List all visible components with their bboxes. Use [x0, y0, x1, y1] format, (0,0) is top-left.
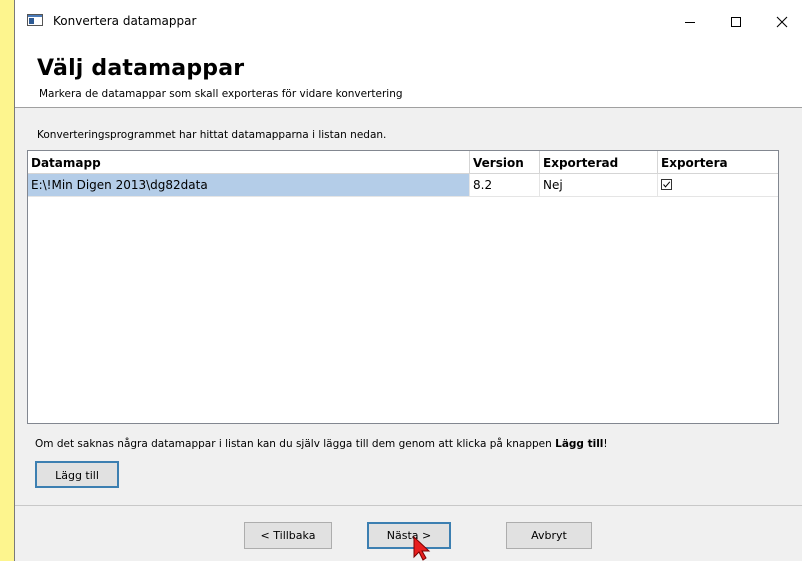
cell-version: 8.2	[470, 174, 540, 196]
close-icon	[776, 16, 788, 28]
column-header-version[interactable]: Version	[470, 151, 540, 173]
hint-prefix: Om det saknas några datamappar i listan …	[35, 438, 556, 450]
back-button[interactable]: < Tillbaka	[244, 522, 332, 549]
window-title: Konvertera datamappar	[53, 14, 197, 28]
window-icon	[27, 14, 43, 26]
checkmark-icon	[663, 181, 671, 188]
cell-exporterad: Nej	[540, 174, 658, 196]
maximize-icon	[731, 17, 741, 27]
datafolder-table: Datamapp Version Exporterad Exportera E:…	[27, 150, 779, 424]
info-text: Konverteringsprogrammet har hittat datam…	[37, 129, 387, 141]
add-folder-button[interactable]: Lägg till	[35, 461, 119, 488]
export-checkbox[interactable]	[661, 179, 672, 190]
maximize-button[interactable]	[713, 0, 759, 44]
dialog-window: Konvertera datamappar Välj datamappar Ma…	[14, 0, 802, 561]
table-row[interactable]: E:\!Min Digen 2013\dg82data 8.2 Nej	[28, 174, 778, 197]
mouse-pointer-icon	[413, 535, 431, 561]
title-bar[interactable]: Konvertera datamappar	[15, 0, 802, 44]
hint-suffix: !	[603, 438, 608, 450]
column-header-exportera[interactable]: Exportera	[658, 151, 778, 173]
page-subtitle: Markera de datamappar som skall exporter…	[39, 88, 403, 100]
column-header-datamapp[interactable]: Datamapp	[28, 151, 470, 173]
minimize-button[interactable]	[667, 0, 713, 44]
hint-bold: Lägg till	[555, 438, 604, 450]
wizard-header: Välj datamappar Markera de datamappar so…	[15, 44, 802, 108]
page-title: Välj datamappar	[37, 56, 245, 81]
cancel-button[interactable]: Avbryt	[506, 522, 592, 549]
cell-datamapp[interactable]: E:\!Min Digen 2013\dg82data	[28, 174, 470, 196]
minimize-icon	[685, 22, 695, 23]
footer-divider	[15, 505, 802, 506]
close-button[interactable]	[759, 0, 802, 44]
cell-exportera	[658, 174, 778, 196]
add-hint-text: Om det saknas några datamappar i listan …	[35, 438, 608, 450]
next-button[interactable]: Nästa >	[367, 522, 451, 549]
table-header: Datamapp Version Exporterad Exportera	[28, 151, 778, 174]
column-header-exporterad[interactable]: Exporterad	[540, 151, 658, 173]
